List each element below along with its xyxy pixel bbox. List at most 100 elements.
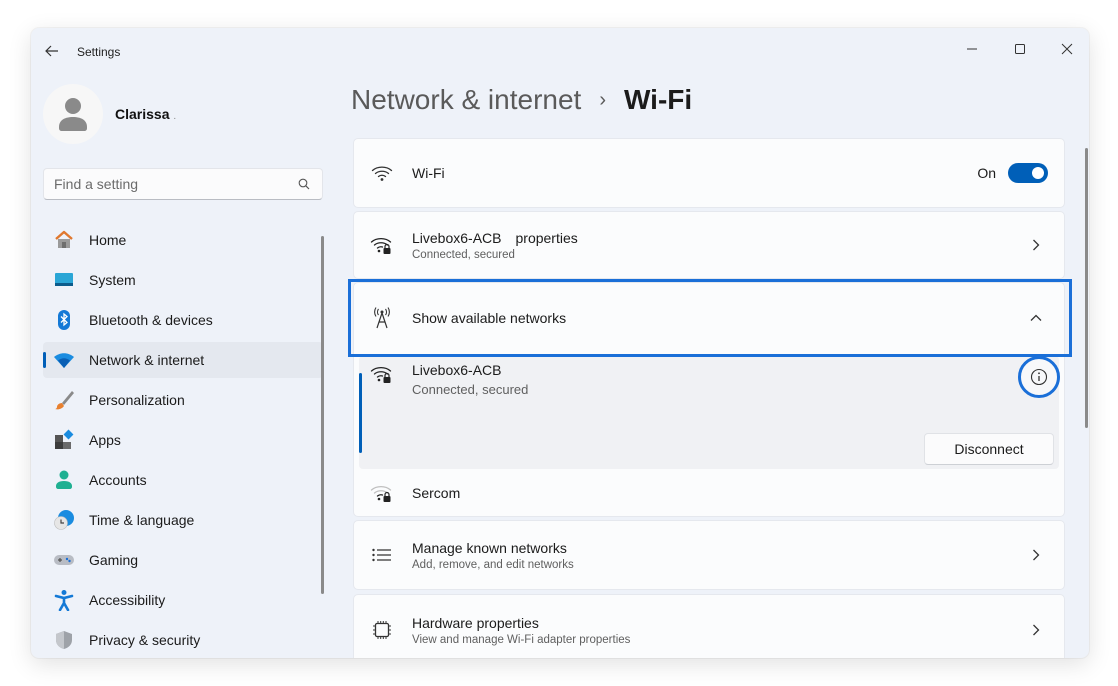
wifi-secured-icon — [370, 233, 394, 257]
manage-known-networks-card[interactable]: Manage known networks Add, remove, and e… — [353, 520, 1065, 590]
wifi-title: Wi-Fi — [412, 165, 445, 181]
chevron-right-icon — [1028, 547, 1044, 563]
disconnect-button[interactable]: Disconnect — [924, 433, 1054, 465]
brush-icon — [53, 389, 75, 411]
sidebar-item-label: Accessibility — [89, 592, 166, 608]
sidebar-item-apps[interactable]: Apps — [43, 422, 323, 458]
sidebar-item-label: Network & internet — [89, 352, 205, 368]
sidebar-item-system[interactable]: System — [43, 262, 323, 298]
chevron-up-icon — [1028, 310, 1044, 326]
minimize-button[interactable] — [950, 34, 994, 64]
wifi-toggle-group: On — [977, 163, 1048, 183]
page-title: Wi-Fi — [624, 84, 693, 115]
profile-name-suffix: . — [173, 111, 177, 122]
accessibility-icon — [53, 589, 75, 611]
network-properties-card[interactable]: Livebox6-ACB properties Connected, secure… — [353, 211, 1065, 279]
hardware-properties-card[interactable]: Hardware properties View and manage Wi-F… — [353, 594, 1065, 658]
sidebar-item-privacy[interactable]: Privacy & security — [43, 622, 323, 658]
sidebar-item-accounts[interactable]: Accounts — [43, 462, 323, 498]
bluetooth-icon — [53, 309, 75, 331]
wifi-toggle-state: On — [977, 165, 996, 181]
sidebar-item-time-language[interactable]: Time & language — [43, 502, 323, 538]
sidebar-item-label: Personalization — [89, 392, 185, 408]
network-ssid: Livebox6-ACB — [412, 229, 502, 246]
sidebar-item-network[interactable]: Network & internet — [43, 342, 323, 378]
wifi-secured-icon — [370, 362, 394, 386]
wifi-toggle-card: Wi-Fi On — [353, 138, 1065, 208]
chevron-right-icon — [1028, 622, 1044, 638]
list-icon — [370, 543, 394, 567]
hardware-properties-title: Hardware properties — [412, 614, 539, 631]
system-icon — [53, 269, 75, 291]
close-icon — [1061, 43, 1073, 55]
hardware-properties-row[interactable]: Hardware properties View and manage Wi-F… — [354, 595, 1064, 658]
sidebar-item-label: System — [89, 272, 136, 288]
sidebar-item-label: Home — [89, 232, 127, 248]
sidebar-item-personalization[interactable]: Personalization — [43, 382, 323, 418]
sidebar-item-bluetooth[interactable]: Bluetooth & devices — [43, 302, 323, 338]
maximize-button[interactable] — [998, 34, 1042, 64]
sidebar-item-label: Gaming — [89, 552, 139, 568]
available-networks-card: Show available networks Livebox6-ACB Con… — [353, 282, 1065, 517]
gamepad-icon — [53, 549, 75, 571]
user-profile[interactable]: Clarissa . — [43, 84, 176, 144]
avatar — [43, 84, 103, 144]
time-language-icon — [53, 509, 75, 531]
title-bar: Settings — [31, 28, 1089, 74]
wifi-icon — [53, 349, 75, 371]
search-box — [43, 168, 323, 200]
network-status: Connected, secured — [412, 382, 529, 397]
hardware-properties-subtitle: View and manage Wi-Fi adapter properties — [412, 633, 631, 646]
shield-icon — [53, 629, 75, 651]
main-scrollbar[interactable] — [1085, 148, 1088, 428]
antenna-icon — [370, 306, 394, 330]
breadcrumb: Network & internet › Wi-Fi — [351, 84, 692, 116]
wifi-icon — [370, 161, 394, 185]
network-info-button[interactable] — [1018, 356, 1060, 398]
sidebar-item-gaming[interactable]: Gaming — [43, 542, 323, 578]
maximize-icon — [1015, 44, 1025, 54]
network-name: Sercom — [412, 485, 461, 501]
sidebar-scrollbar[interactable] — [321, 236, 324, 594]
properties-label: properties — [515, 229, 578, 246]
sidebar-item-label: Privacy & security — [89, 632, 201, 648]
back-button[interactable] — [41, 40, 63, 62]
show-available-networks-row[interactable]: Show available networks — [354, 283, 1064, 353]
sidebar-nav: Home System Bluetooth & devices Network … — [43, 222, 323, 658]
search-input[interactable] — [54, 176, 296, 192]
close-button[interactable] — [1045, 34, 1089, 64]
network-list-item[interactable]: Sercom — [370, 473, 460, 513]
wifi-weak-secured-icon — [370, 481, 394, 505]
sidebar-item-label: Bluetooth & devices — [89, 312, 213, 328]
app-title: Settings — [77, 45, 121, 59]
profile-name-text: Clarissa — [115, 106, 170, 122]
sidebar-item-label: Time & language — [89, 512, 195, 528]
wifi-row: Wi-Fi On — [354, 139, 1064, 207]
sidebar-item-label: Apps — [89, 432, 121, 448]
network-name: Livebox6-ACB — [412, 362, 502, 378]
network-properties-row[interactable]: Livebox6-ACB properties Connected, secure… — [354, 212, 1064, 278]
user-avatar-icon — [59, 98, 87, 131]
accounts-icon — [53, 469, 75, 491]
manage-known-networks-subtitle: Add, remove, and edit networks — [412, 558, 574, 571]
breadcrumb-parent[interactable]: Network & internet — [351, 84, 581, 116]
minimize-icon — [967, 48, 977, 50]
search-icon[interactable] — [296, 176, 312, 192]
sidebar-item-accessibility[interactable]: Accessibility — [43, 582, 323, 618]
sidebar-item-label: Accounts — [89, 472, 147, 488]
sidebar-item-home[interactable]: Home — [43, 222, 323, 258]
breadcrumb-separator: › — [599, 88, 606, 111]
main-content: Wi-Fi On Livebox6-ACB properties Connecte… — [353, 138, 1065, 658]
wifi-toggle[interactable] — [1008, 163, 1048, 183]
back-arrow-icon — [45, 45, 58, 57]
profile-name: Clarissa . — [115, 106, 176, 122]
chip-icon — [370, 618, 394, 642]
manage-known-networks-title: Manage known networks — [412, 539, 567, 556]
chevron-right-icon — [1028, 237, 1044, 253]
manage-known-networks-row[interactable]: Manage known networks Add, remove, and e… — [354, 521, 1064, 589]
info-icon — [1030, 368, 1048, 386]
apps-icon — [53, 429, 75, 451]
show-available-networks-title: Show available networks — [412, 310, 567, 326]
home-icon — [53, 229, 75, 251]
network-list-item-selected[interactable]: Livebox6-ACB Connected, secured Disconne… — [359, 356, 1060, 469]
